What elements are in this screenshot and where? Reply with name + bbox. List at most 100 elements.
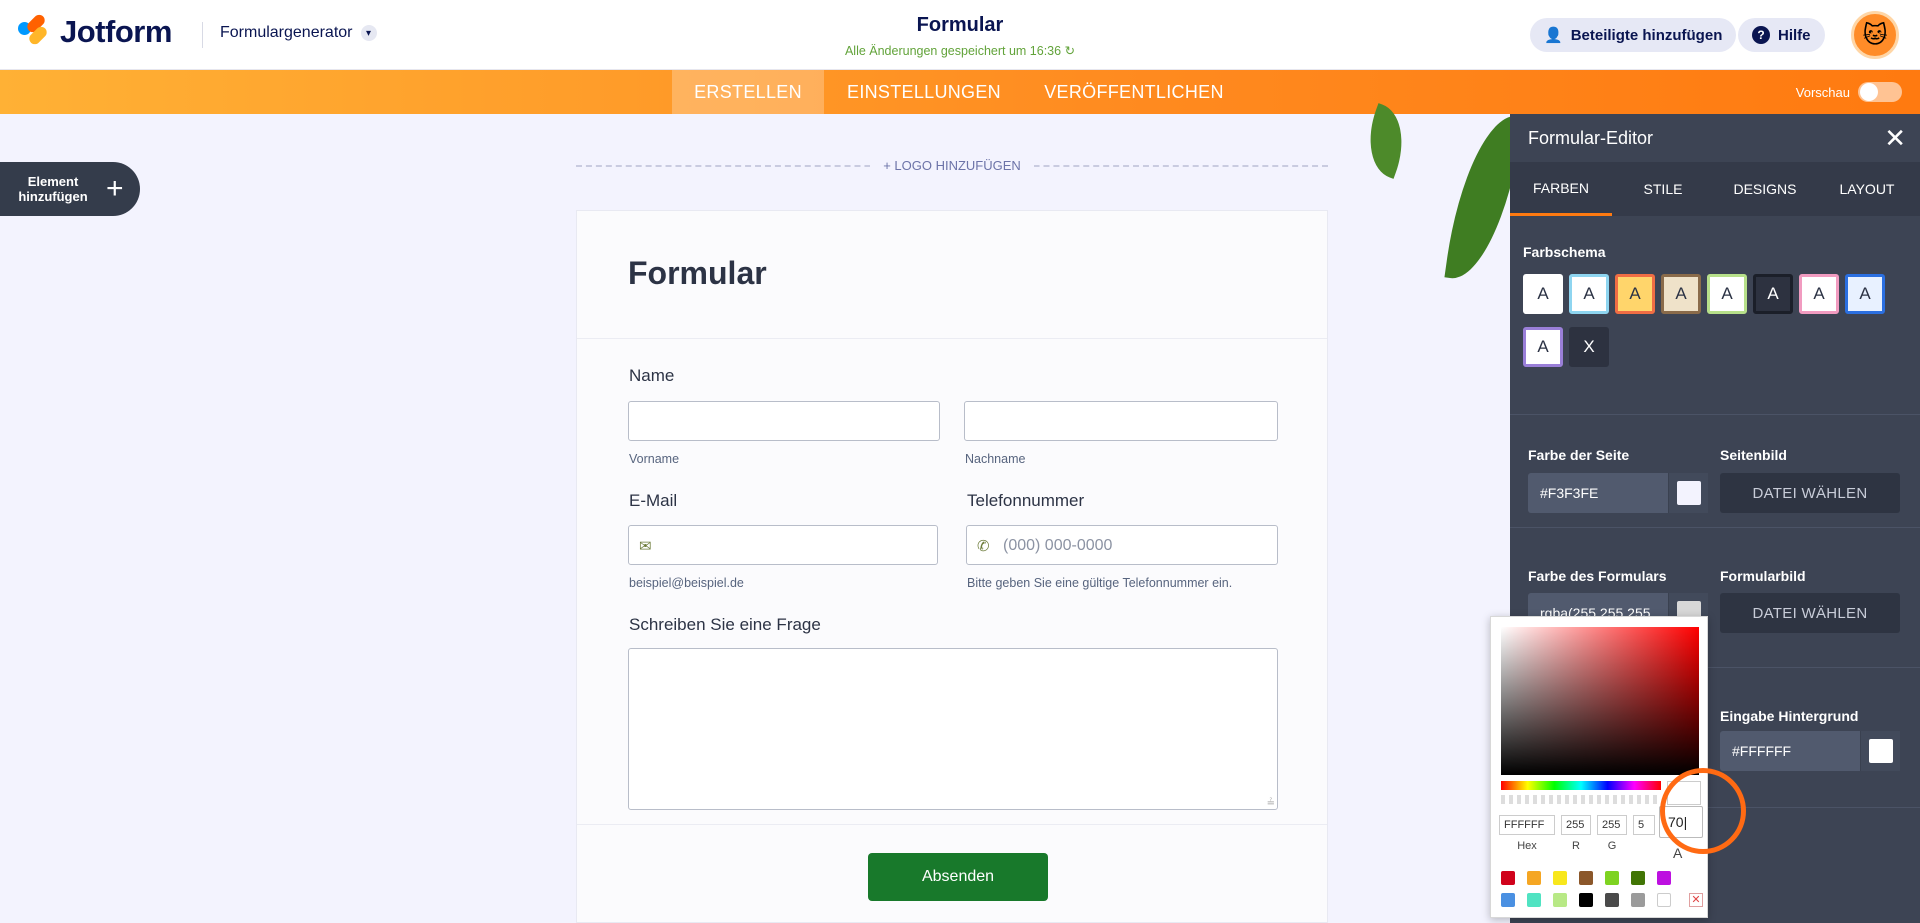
- input-bg-label: Eingabe Hintergrund: [1720, 708, 1859, 724]
- page-color-input[interactable]: #F3F3FE: [1528, 473, 1708, 513]
- add-element-button[interactable]: Element hinzufügen +: [0, 162, 140, 216]
- main-nav: ERSTELLEN EINSTELLUNGEN VERÖFFENTLICHEN …: [0, 70, 1920, 114]
- color-scheme-swatch[interactable]: A: [1615, 274, 1655, 314]
- page-image-choose-button[interactable]: DATEI WÄHLEN: [1720, 473, 1900, 513]
- input-bg-value: #FFFFFF: [1732, 743, 1792, 759]
- preset-color-swatch[interactable]: [1501, 893, 1515, 907]
- preview-label: Vorschau: [1795, 84, 1850, 100]
- r-label: R: [1572, 840, 1580, 852]
- first-name-sublabel: Vorname: [629, 452, 680, 466]
- leaf-decoration: [1355, 103, 1417, 179]
- add-element-label: Element hinzufügen: [18, 174, 88, 204]
- email-field[interactable]: ✉: [628, 525, 938, 565]
- avatar[interactable]: 🐱: [1851, 11, 1899, 59]
- name-label: Name: [629, 366, 675, 385]
- preset-color-swatch[interactable]: [1657, 871, 1671, 885]
- page-color-label: Farbe der Seite: [1528, 447, 1630, 463]
- question-label: Schreiben Sie eine Frage: [629, 615, 821, 634]
- color-scheme-swatch[interactable]: A: [1523, 327, 1563, 367]
- help-icon: ?: [1752, 26, 1770, 44]
- saturation-value-area[interactable]: [1501, 627, 1699, 775]
- submit-button[interactable]: Absenden: [868, 853, 1048, 901]
- question-textarea[interactable]: ≟: [628, 648, 1278, 810]
- cat-avatar-icon: 🐱: [1862, 21, 1888, 49]
- color-scheme-swatch[interactable]: A: [1523, 274, 1563, 314]
- phone-sublabel: Bitte geben Sie eine gültige Telefonnumm…: [967, 576, 1233, 590]
- color-scheme-swatch[interactable]: A: [1569, 274, 1609, 314]
- last-name-input[interactable]: [964, 401, 1278, 441]
- preset-color-swatch[interactable]: [1527, 871, 1541, 885]
- highlight-ring: [1660, 768, 1746, 854]
- g-label: G: [1607, 840, 1617, 852]
- envelope-icon: ✉: [639, 538, 652, 555]
- phone-field[interactable]: ✆ (000) 000-0000: [966, 525, 1278, 565]
- preset-color-swatch[interactable]: [1631, 893, 1645, 907]
- alpha-slider[interactable]: [1501, 795, 1661, 804]
- r-input[interactable]: 255: [1561, 815, 1591, 835]
- refresh-icon: ↻: [1064, 44, 1076, 58]
- hex-label: Hex: [1517, 840, 1537, 852]
- no-color-icon[interactable]: ✕: [1689, 893, 1703, 907]
- form-color-label: Farbe des Formulars: [1528, 568, 1667, 584]
- b-input[interactable]: 5: [1633, 815, 1655, 835]
- help-button[interactable]: ? Hilfe: [1738, 18, 1825, 52]
- tab-farben[interactable]: FARBEN: [1510, 162, 1612, 216]
- preset-color-swatch[interactable]: [1527, 893, 1541, 907]
- resize-handle-icon[interactable]: ≟: [1267, 798, 1275, 809]
- preset-color-swatch[interactable]: [1501, 871, 1515, 885]
- page-image-label: Seitenbild: [1720, 447, 1787, 463]
- form-title[interactable]: Formular: [628, 255, 767, 292]
- preview-switch[interactable]: [1858, 82, 1902, 102]
- tab-einstellungen[interactable]: EINSTELLUNGEN: [824, 70, 1024, 114]
- preview-toggle[interactable]: Vorschau: [1796, 82, 1902, 102]
- input-bg-swatch[interactable]: [1860, 731, 1900, 771]
- color-scheme-swatch[interactable]: A: [1707, 274, 1747, 314]
- form-image-label: Formularbild: [1720, 568, 1806, 584]
- preset-color-swatch[interactable]: [1605, 871, 1619, 885]
- hue-slider[interactable]: [1501, 781, 1661, 790]
- preset-color-swatch[interactable]: [1553, 871, 1567, 885]
- color-scheme-label: Farbschema: [1523, 244, 1606, 260]
- add-participants-label: Beteiligte hinzufügen: [1570, 26, 1723, 44]
- color-scheme-swatch[interactable]: A: [1845, 274, 1885, 314]
- add-participants-button[interactable]: 👤 Beteiligte hinzufügen: [1530, 18, 1737, 52]
- editor-tabs: FARBEN STILE DESIGNS LAYOUT: [1510, 162, 1920, 216]
- page-color-swatch[interactable]: [1668, 473, 1708, 513]
- g-input[interactable]: 255: [1597, 815, 1627, 835]
- last-name-sublabel: Nachname: [965, 452, 1026, 466]
- form-header[interactable]: Formular: [577, 211, 1327, 339]
- color-scheme-swatch[interactable]: X: [1569, 327, 1609, 367]
- page-color-section: Farbe der Seite Seitenbild #F3F3FE DATEI…: [1510, 414, 1920, 528]
- preset-color-swatch[interactable]: [1553, 893, 1567, 907]
- plus-icon: +: [106, 172, 124, 205]
- tab-layout[interactable]: LAYOUT: [1816, 162, 1918, 216]
- preset-color-swatch[interactable]: [1579, 871, 1593, 885]
- preset-color-swatch[interactable]: [1631, 871, 1645, 885]
- first-name-input[interactable]: [628, 401, 940, 441]
- tab-designs[interactable]: DESIGNS: [1714, 162, 1816, 216]
- color-scheme-swatch[interactable]: A: [1753, 274, 1793, 314]
- preset-color-swatch[interactable]: [1605, 893, 1619, 907]
- color-scheme-swatch[interactable]: A: [1661, 274, 1701, 314]
- hex-input[interactable]: FFFFFF: [1499, 815, 1555, 835]
- close-icon[interactable]: ✕: [1884, 123, 1906, 154]
- tab-erstellen[interactable]: ERSTELLEN: [672, 70, 824, 114]
- email-sublabel: beispiel@beispiel.de: [629, 576, 744, 590]
- top-header: Jotform Formulargenerator ▾ Formular All…: [0, 0, 1920, 70]
- phone-icon: ✆: [977, 538, 990, 555]
- input-bg-input[interactable]: #FFFFFF: [1720, 731, 1900, 771]
- email-label: E-Mail: [629, 491, 678, 510]
- editor-title: Formular-Editor: [1528, 128, 1654, 148]
- add-logo-link[interactable]: + LOGO HINZUFÜGEN: [870, 158, 1034, 173]
- user-icon: 👤: [1544, 27, 1563, 44]
- form-card: Formular Name Vorname Nachname E-Mail ✉ …: [576, 210, 1328, 923]
- preset-color-swatch[interactable]: [1579, 893, 1593, 907]
- form-image-choose-button[interactable]: DATEI WÄHLEN: [1720, 593, 1900, 633]
- tab-veroeffentlichen[interactable]: VERÖFFENTLICHEN: [1024, 70, 1244, 114]
- save-status-text: Alle Änderungen gespeichert um 16:36: [844, 44, 1062, 58]
- page-color-value: #F3F3FE: [1540, 485, 1599, 501]
- tab-stile[interactable]: STILE: [1612, 162, 1714, 216]
- preset-color-swatch[interactable]: [1657, 893, 1671, 907]
- color-scheme-swatch[interactable]: A: [1799, 274, 1839, 314]
- phone-label: Telefonnummer: [967, 491, 1085, 510]
